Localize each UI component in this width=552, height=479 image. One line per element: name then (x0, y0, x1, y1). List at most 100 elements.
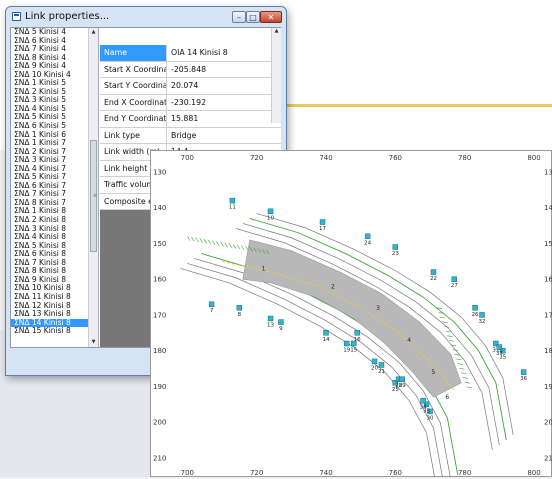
receptor-label: 22 (430, 276, 437, 282)
y-tick-label-right: 140 (544, 204, 552, 212)
receptor-marker (236, 305, 243, 311)
receptor-label: 19 (343, 348, 350, 354)
property-row[interactable]: Name ΟΙΑ 14 Kinisi 8 (100, 45, 281, 62)
link-list[interactable]: ΣΝΔ 5 Kinisi 4 ΣΝΔ 6 Kinisi 4 ΣΝΔ 7 Kinisi… (11, 28, 99, 347)
receptor-label: 27 (451, 283, 458, 289)
x-tick-label-bottom: 720 (250, 469, 263, 477)
close-button[interactable]: ✕ (260, 11, 282, 23)
receptor-marker (420, 397, 426, 404)
receptor-marker (267, 315, 274, 322)
receptor-label: 10 (267, 215, 274, 221)
scroll-thumb[interactable]: ≡ (90, 140, 97, 252)
x-tick-label-top: 760 (389, 154, 402, 162)
link-label: 3 (376, 305, 380, 312)
receptor-marker (399, 376, 405, 382)
title-bar[interactable]: Link properties... – □ ✕ (6, 7, 286, 27)
property-value[interactable]: -230.192 (168, 95, 273, 111)
link-label: 6 (445, 394, 449, 401)
property-row[interactable]: End X Coordinate -230.192 (100, 94, 281, 111)
receptor-label: 14 (323, 337, 330, 343)
receptor-label: 8 (238, 312, 242, 318)
property-key: End X Coordinate (100, 94, 167, 110)
y-tick-label-left: 160 (153, 276, 166, 284)
x-tick-label-bottom: 740 (319, 469, 332, 477)
receptor-marker (392, 244, 399, 250)
receptor-label: 9 (279, 326, 283, 332)
property-value[interactable]: ΟΙΑ 14 Kinisi 8 (168, 45, 273, 61)
receptor-marker (354, 330, 360, 336)
x-tick-label-top: 780 (458, 154, 471, 162)
receptor-label: 36 (520, 376, 527, 382)
background-divider (285, 104, 552, 107)
property-key: Start X Coordinat (100, 61, 167, 77)
receptor-marker (472, 305, 478, 311)
receptor-marker (319, 219, 326, 225)
link-label: 4 (407, 337, 411, 344)
y-tick-label-right: 180 (544, 347, 552, 355)
receptor-label: 7 (210, 308, 214, 314)
y-tick-label-right: 200 (544, 419, 552, 427)
receptor-marker (323, 330, 329, 336)
x-tick-label-bottom: 760 (389, 469, 402, 477)
y-tick-label-left: 210 (153, 454, 166, 462)
list-item[interactable]: ΣΝΔ 15 Kinisi 8 (11, 327, 98, 336)
y-tick-label-right: 160 (544, 276, 552, 284)
receptor-marker (364, 233, 371, 240)
x-tick-label-bottom: 800 (527, 469, 540, 477)
receptor-label: 30 (427, 415, 434, 421)
x-tick-label-top: 740 (319, 154, 332, 162)
property-value[interactable]: 15.881 (168, 111, 273, 127)
property-key: Link type (100, 127, 167, 143)
list-scrollbar[interactable]: ▲ ≡ ▼ (88, 28, 98, 347)
y-tick-label-left: 200 (153, 419, 166, 427)
list-items: ΣΝΔ 5 Kinisi 4 ΣΝΔ 6 Kinisi 4 ΣΝΔ 7 Kinisi… (11, 28, 98, 336)
property-value[interactable]: Bridge (168, 128, 273, 144)
property-value[interactable]: -205.848 (168, 62, 273, 78)
receptor-label: 34 (420, 405, 427, 411)
receptor-label: 32 (479, 319, 486, 325)
receptor-label: 24 (364, 240, 371, 246)
receptor-marker (229, 197, 236, 204)
y-tick-label-left: 150 (153, 240, 166, 248)
property-row[interactable]: Start X Coordinat -205.848 (100, 61, 281, 78)
window-title: Link properties... (25, 11, 110, 22)
receptor-label: 13 (267, 323, 274, 329)
receptor-marker (520, 369, 527, 375)
link-label: 5 (432, 369, 436, 376)
receptor-marker (479, 312, 485, 318)
map-plot[interactable]: 700 700 720 720 740 740 760 760 780 780 800 800 130 1… (150, 150, 552, 479)
scroll-down-arrow-icon[interactable]: ▼ (89, 338, 98, 347)
receptor-marker (430, 269, 437, 275)
y-tick-label-right: 190 (544, 383, 552, 391)
maximize-button[interactable]: □ (246, 11, 260, 23)
receptor-label: 15 (350, 348, 357, 354)
property-key: End Y Coordinate (100, 111, 167, 127)
minimize-button[interactable]: – (232, 11, 246, 23)
receptor-label: 23 (392, 251, 399, 257)
receptor-label: 37 (496, 351, 503, 357)
property-row[interactable]: End Y Coordinate 15.881 (100, 111, 281, 128)
property-grid-header (100, 28, 281, 46)
y-tick-label-left: 130 (153, 169, 166, 177)
receptor-marker (278, 319, 284, 325)
x-tick-label-top: 720 (250, 154, 263, 162)
receptor-marker (378, 362, 385, 368)
link-label: 1 (262, 265, 266, 272)
property-row[interactable]: Link type Bridge (100, 127, 281, 144)
property-row[interactable]: Start Y Coordinat 20.074 (100, 78, 281, 95)
y-tick-label-right: 170 (544, 311, 552, 319)
map-plot-svg: 700700720720740740760760780780800800130 1… (150, 150, 552, 479)
y-tick-label-right: 150 (544, 240, 552, 248)
receptor-marker (451, 276, 457, 282)
receptor-label: 11 (229, 205, 236, 211)
property-value[interactable]: 20.074 (168, 78, 273, 94)
receptor-marker (208, 301, 215, 307)
y-tick-label-left: 180 (153, 347, 166, 355)
link-label: 2 (331, 283, 335, 290)
scroll-up-arrow-icon[interactable]: ▲ (89, 28, 98, 37)
property-key: Name (100, 45, 167, 61)
receptor-label: 29 (399, 383, 406, 389)
y-tick-label-left: 170 (153, 311, 166, 319)
receptor-marker (496, 344, 503, 350)
property-grid-scrollbar[interactable]: ▲ (271, 28, 281, 123)
